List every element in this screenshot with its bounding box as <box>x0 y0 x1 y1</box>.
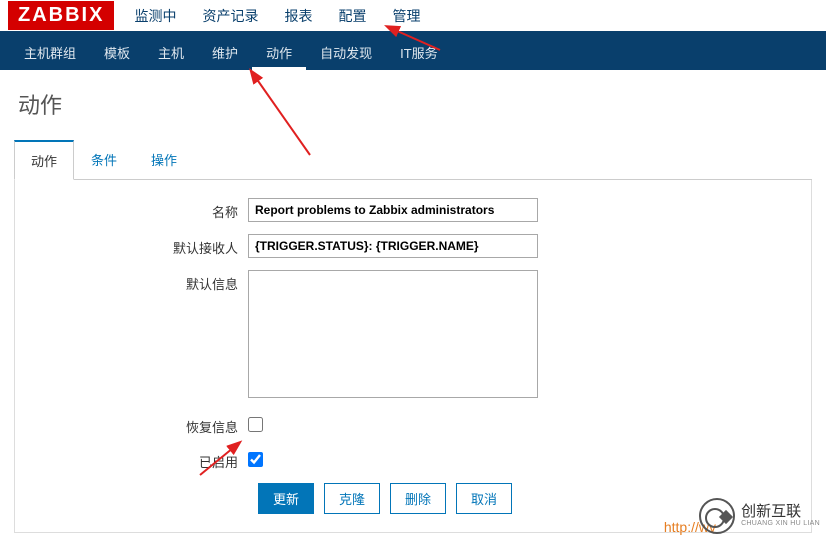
input-name[interactable] <box>248 198 538 222</box>
tabs: 动作 条件 操作 <box>14 140 812 180</box>
tab-conditions[interactable]: 条件 <box>74 140 134 180</box>
topnav-inventory[interactable]: 资产记录 <box>200 2 260 30</box>
input-default-recipient[interactable] <box>248 234 538 258</box>
subnav-hostgroups[interactable]: 主机群组 <box>10 34 90 70</box>
delete-button[interactable]: 删除 <box>390 483 446 514</box>
label-recovery-message: 恢复信息 <box>33 413 248 436</box>
subnav-itservices[interactable]: IT服务 <box>386 34 452 70</box>
logo: ZABBIX <box>8 1 114 30</box>
label-default-message: 默认信息 <box>33 270 248 293</box>
topnav-admin[interactable]: 管理 <box>390 2 422 30</box>
topnav-reports[interactable]: 报表 <box>282 2 314 30</box>
subnav-maintenance[interactable]: 维护 <box>198 34 252 70</box>
watermark-icon <box>699 498 735 534</box>
top-nav: 监测中 资产记录 报表 配置 管理 <box>132 2 422 30</box>
sub-nav: 主机群组 模板 主机 维护 动作 自动发现 IT服务 <box>0 34 826 70</box>
row-name: 名称 <box>33 198 793 222</box>
form-panel: 名称 默认接收人 默认信息 恢复信息 已启用 更新 克隆 删除 取消 <box>14 180 812 533</box>
update-button[interactable]: 更新 <box>258 483 314 514</box>
label-default-recipient: 默认接收人 <box>33 234 248 257</box>
checkbox-recovery-message[interactable] <box>248 417 263 432</box>
row-default-recipient: 默认接收人 <box>33 234 793 258</box>
label-enabled: 已启用 <box>33 448 248 471</box>
label-name: 名称 <box>33 198 248 221</box>
watermark-text: 创新互联 CHUANG XIN HU LIAN <box>741 504 820 528</box>
row-default-message: 默认信息 <box>33 270 793 401</box>
top-bar: ZABBIX 监测中 资产记录 报表 配置 管理 <box>0 0 826 34</box>
page-title: 动作 <box>0 70 826 132</box>
cancel-button[interactable]: 取消 <box>456 483 512 514</box>
checkbox-enabled[interactable] <box>248 452 263 467</box>
topnav-monitoring[interactable]: 监测中 <box>132 2 178 30</box>
clone-button[interactable]: 克隆 <box>324 483 380 514</box>
tab-operations[interactable]: 操作 <box>134 140 194 180</box>
tab-action[interactable]: 动作 <box>14 140 74 180</box>
topnav-configuration[interactable]: 配置 <box>336 2 368 30</box>
watermark-title: 创新互联 <box>741 504 820 521</box>
textarea-default-message[interactable] <box>248 270 538 398</box>
row-enabled: 已启用 <box>33 448 793 471</box>
watermark-sub: CHUANG XIN HU LIAN <box>741 520 820 528</box>
watermark: 创新互联 CHUANG XIN HU LIAN <box>699 498 820 534</box>
subnav-actions[interactable]: 动作 <box>252 34 306 70</box>
row-recovery-message: 恢复信息 <box>33 413 793 436</box>
subnav-hosts[interactable]: 主机 <box>144 34 198 70</box>
subnav-templates[interactable]: 模板 <box>90 34 144 70</box>
